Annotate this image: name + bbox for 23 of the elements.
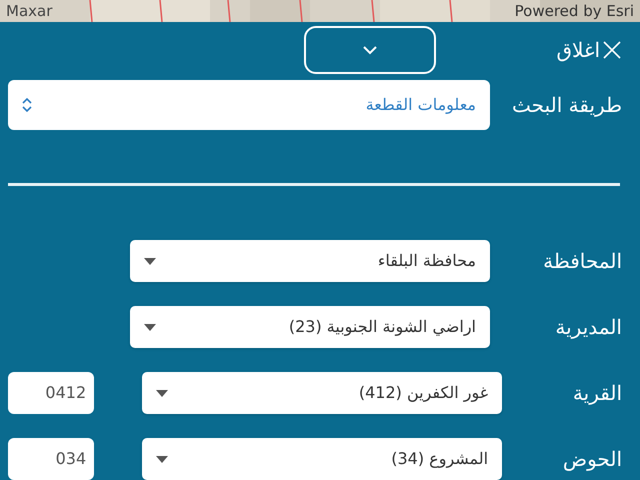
up-down-chevron-icon	[22, 98, 32, 112]
dropdown-arrow-icon	[144, 258, 156, 264]
dropdown-arrow-icon	[156, 390, 168, 396]
dropdown-select[interactable]: محافظة البلقاء	[130, 240, 490, 282]
dropdown-arrow-icon	[156, 456, 168, 462]
field-label: الحوض	[562, 446, 622, 473]
field-label: طريقة البحث	[514, 92, 622, 119]
chevron-down-icon	[363, 46, 377, 54]
map-attribution: Powered by Esri	[514, 0, 634, 22]
collapse-toggle-button[interactable]	[304, 26, 436, 74]
field-label: المحافظة	[542, 248, 622, 275]
field-label: المديرية	[554, 314, 622, 341]
close-icon	[602, 40, 622, 60]
search-method-select[interactable]: معلومات القطعة	[8, 80, 490, 130]
dropdown-arrow-icon	[144, 324, 156, 330]
field-label: القرية	[572, 380, 622, 407]
code-field[interactable]: 034	[8, 438, 94, 480]
close-button[interactable]: اغلاق	[522, 35, 622, 65]
dropdown-select[interactable]: المشروع (34)	[142, 438, 502, 480]
dropdown-select[interactable]: غور الكفرين (412)	[142, 372, 502, 414]
code-field[interactable]: 0412	[8, 372, 94, 414]
map-attribution: Maxar	[6, 0, 52, 22]
dropdown-select[interactable]: اراضي الشونة الجنوبية (23)	[130, 306, 490, 348]
